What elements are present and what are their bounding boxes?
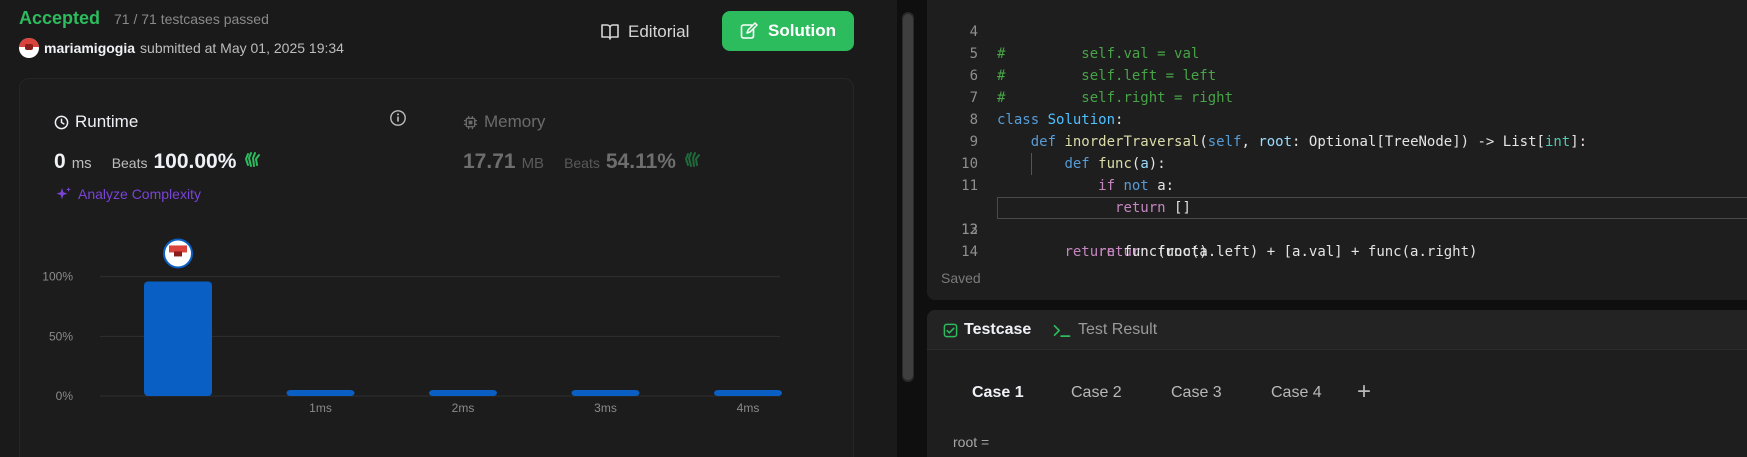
status-accepted: Accepted (19, 8, 101, 28)
y-tick-label: 50% (49, 329, 73, 343)
code-line-active[interactable]: 12 return func(a.left) + [a.val] + func(… (927, 175, 1747, 260)
x-tick-label: 2ms (452, 401, 475, 415)
memory-beats-label: Beats (564, 155, 600, 171)
code-editor[interactable]: 4 # self.val = val 5 # self.left = left … (927, 0, 1747, 300)
code-line[interactable]: 13 return func(root) (927, 197, 1747, 260)
memory-value-row: 17.71 MB Beats 54.11% (463, 150, 702, 174)
runtime-value-row: 0 ms Beats 100.00% (54, 150, 262, 174)
avatar[interactable] (19, 38, 39, 58)
submitted-at: submitted at May 01, 2025 19:34 (140, 40, 344, 56)
line-number: 14 (961, 244, 978, 260)
x-tick-label: 1ms (309, 401, 332, 415)
case-tab-2[interactable]: Case 2 (1071, 384, 1122, 402)
memory-unit: MB (521, 155, 545, 172)
testcase-panel-header (927, 310, 1747, 350)
runtime-distribution-chart: 0%50%100%150%1ms2ms3ms4ms (42, 238, 782, 415)
code-line[interactable]: 7 class Solution: (927, 65, 1747, 128)
clap-icon (684, 152, 700, 167)
solution-button[interactable]: Solution (722, 11, 854, 51)
user-marker-avatar-detail (174, 251, 182, 257)
input-root-label: root = (953, 434, 990, 450)
runtime-value: 0 (54, 150, 66, 173)
code-line[interactable]: 6 # self.right = right (927, 43, 1747, 106)
runtime-unit: ms (71, 155, 92, 172)
submitter-row: mariamigogia submitted at May 01, 2025 1… (19, 38, 344, 58)
case-tab-4[interactable]: Case 4 (1271, 384, 1322, 402)
case-tab-1[interactable]: Case 1 (972, 384, 1024, 402)
username[interactable]: mariamigogia (44, 40, 135, 56)
add-case-button[interactable]: + (1357, 380, 1371, 404)
indent-guide (1031, 153, 1032, 175)
runtime-title[interactable]: Runtime (54, 112, 138, 132)
y-tick-label: 0% (56, 389, 74, 403)
runtime-beats-value: 100.00% (153, 150, 237, 173)
testcase-panel: Testcase Test Result Case 1 Case 2 Case … (927, 310, 1747, 457)
info-icon[interactable] (389, 109, 407, 127)
tab-test-result[interactable]: Test Result (1052, 321, 1157, 339)
tab-testcase[interactable]: Testcase (943, 321, 1031, 339)
runtime-beats-label: Beats (111, 155, 148, 171)
editorial-label: Editorial (628, 22, 690, 41)
terminal-icon (1053, 324, 1071, 337)
testcases-passed: 71 / 71 testcases passed (114, 11, 269, 27)
case-tab-3[interactable]: Case 3 (1171, 384, 1222, 402)
checkbox-icon (943, 323, 958, 337)
submission-panel: Accepted 71 / 71 testcases passed mariam… (0, 0, 897, 457)
memory-title[interactable]: Memory (463, 112, 545, 132)
code-line[interactable]: 8 def inorderTraversal(self, root: Optio… (927, 87, 1747, 150)
sparkle-icon (56, 187, 71, 200)
bar (144, 281, 212, 396)
memory-beats-value: 54.11% (605, 150, 676, 173)
book-icon (601, 24, 619, 40)
memory-value: 17.71 (463, 150, 516, 173)
analyze-complexity-link[interactable]: Analyze Complexity (56, 186, 201, 202)
clock-icon (54, 115, 69, 129)
code-line[interactable]: 10 if not a: (927, 131, 1747, 194)
bar (571, 390, 640, 396)
code-line[interactable]: 5 # self.left = left (927, 21, 1747, 84)
code-line[interactable]: 11 return [] (927, 153, 1747, 216)
editorial-button[interactable]: Editorial (596, 16, 693, 48)
clap-icon (245, 152, 261, 167)
x-tick-label: 3ms (594, 401, 617, 415)
bar (286, 390, 355, 396)
saved-status: Saved (941, 270, 981, 286)
analyze-label: Analyze Complexity (78, 186, 201, 202)
bar (714, 390, 782, 396)
user-marker-avatar-detail (169, 245, 187, 253)
memory-label: Memory (484, 112, 546, 131)
tab-test-result-label: Test Result (1078, 321, 1158, 338)
tab-testcase-label: Testcase (964, 321, 1032, 338)
runtime-label: Runtime (75, 112, 139, 131)
chip-icon (463, 115, 478, 129)
solution-label: Solution (768, 21, 836, 40)
scrollbar-thumb[interactable] (903, 14, 913, 380)
bar (429, 390, 497, 396)
x-tick-label: 4ms (737, 401, 760, 415)
y-tick-label: 100% (42, 270, 73, 284)
edit-icon (740, 22, 758, 39)
code-line[interactable]: 9 def func(a): (927, 109, 1747, 172)
code-line[interactable]: 14 (927, 219, 1747, 260)
code-line[interactable]: 4 # self.val = val (927, 0, 1747, 62)
